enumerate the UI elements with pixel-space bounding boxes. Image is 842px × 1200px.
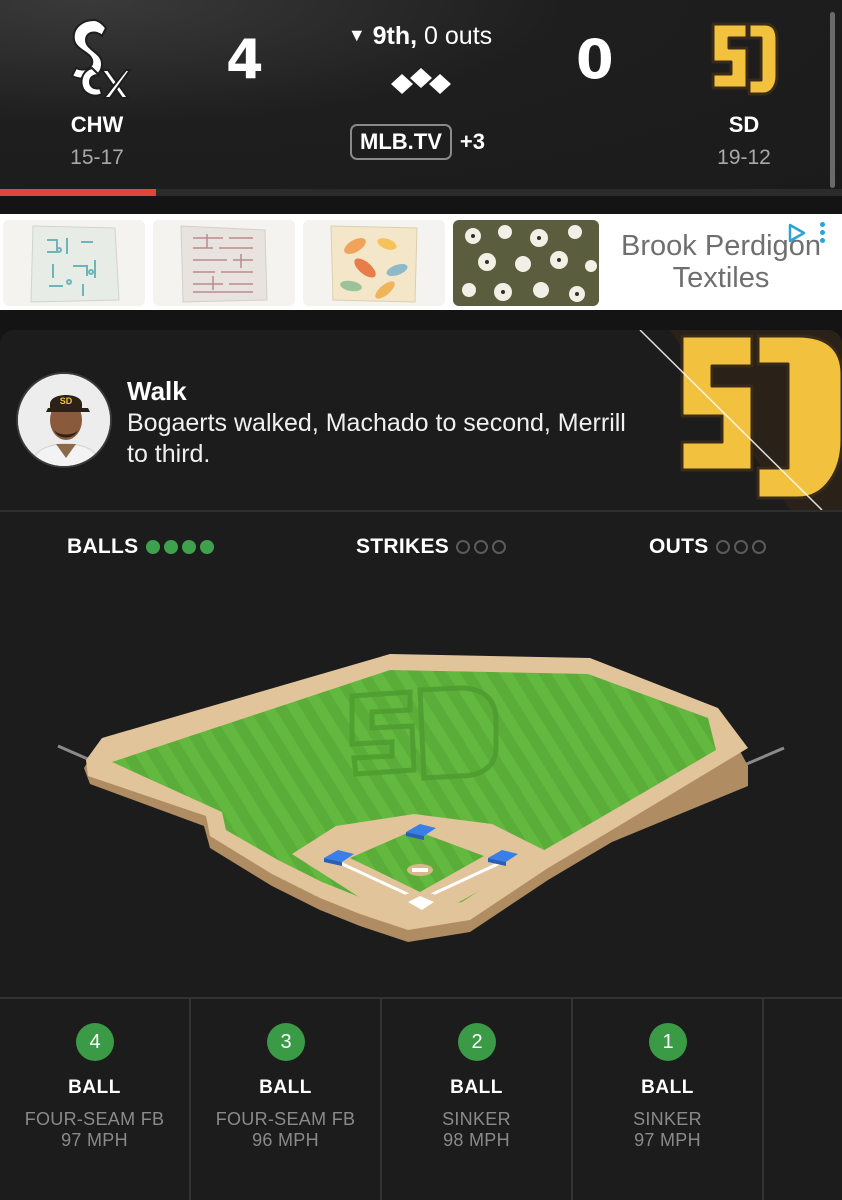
home-team-abbr: SD	[728, 112, 760, 137]
pitch-card[interactable]: 2 BALL SINKER 98 MPH	[382, 999, 573, 1200]
inning-half-arrow-icon: ▼	[347, 25, 366, 45]
home-team-record: 19-12	[717, 146, 771, 169]
pitch-speed: 98 MPH	[443, 1130, 510, 1150]
home-score: 0	[576, 28, 614, 91]
pitch-result: BALL	[450, 1077, 503, 1098]
pitch-type: FOUR-SEAM FB	[215, 1109, 356, 1129]
away-team-record: 15-17	[70, 146, 124, 169]
strikes-count: STRIKES	[356, 535, 510, 559]
ad-choices-icon[interactable]	[786, 222, 808, 249]
play-description: Bogaerts walked, Machado to second, Merr…	[127, 409, 626, 468]
ad-options-icon[interactable]	[820, 222, 830, 246]
away-score: 4	[226, 28, 264, 91]
away-team-abbr: CHW	[70, 112, 124, 137]
pitch-result: BALL	[68, 1077, 121, 1098]
scrollbar[interactable]	[830, 12, 835, 188]
inning-number: 9th,	[372, 22, 418, 50]
balls-count: BALLS	[67, 535, 218, 559]
balls-label: BALLS	[67, 535, 139, 558]
ad-product-image[interactable]	[3, 220, 145, 306]
outs-count: OUTS	[649, 535, 770, 559]
count-dot-filled	[181, 540, 196, 554]
batter-avatar: SD	[16, 372, 112, 468]
pitch-type: SINKER	[442, 1109, 511, 1129]
inning-outs: 0 outs	[424, 22, 493, 50]
broadcast-info[interactable]: MLB.TV +3	[350, 124, 485, 160]
pitch-card[interactable]: 1 BALL SINKER 97 MPH	[573, 999, 764, 1200]
pitch-result: BALL	[259, 1077, 312, 1098]
pitch-number-badge: 2	[458, 1023, 496, 1061]
padres-logo-icon	[630, 330, 842, 511]
pitch-list[interactable]: 4 BALL FOUR-SEAM FB 97 MPH 3 BALL FOUR-SEAM FB…	[0, 997, 842, 1200]
ad-banner[interactable]: Brook Perdigon Textiles	[0, 214, 842, 310]
pitch-result: BALL	[641, 1077, 694, 1098]
pitch-card[interactable]: 4 BALL FOUR-SEAM FB 97 MPH	[0, 999, 191, 1200]
outs-indicator	[715, 540, 770, 554]
count-dot-filled	[199, 540, 214, 554]
ad-advertiser-line-2[interactable]: Textiles	[612, 262, 830, 294]
pitch-number-badge: 1	[649, 1023, 687, 1061]
away-team[interactable]: CHW 15-17	[37, 14, 157, 170]
count-dot-filled	[145, 540, 160, 554]
play-card: SD Walk Bogaerts walked, Machado to seco…	[0, 330, 842, 1200]
strikes-label: STRIKES	[356, 535, 450, 558]
pitch-type: FOUR-SEAM FB	[24, 1109, 165, 1129]
outs-label: OUTS	[649, 535, 709, 558]
count-dot-empty	[456, 540, 471, 554]
scoreboard[interactable]: CHW 15-17 4 ▼ 9th, 0 outs MLB.TV +3 0 SD	[0, 0, 842, 196]
ad-product-image[interactable]	[303, 220, 445, 306]
base-runners-icon	[384, 66, 458, 103]
white-sox-logo-icon	[37, 14, 157, 104]
broadcast-more-count[interactable]: +3	[460, 129, 485, 155]
pitch-card[interactable]: 3 BALL FOUR-SEAM FB 96 MPH	[191, 999, 382, 1200]
mlbtv-badge[interactable]: MLB.TV	[350, 124, 452, 160]
count-dot-empty	[715, 540, 730, 554]
pitch-speed: 96 MPH	[252, 1130, 319, 1150]
pitch-type: SINKER	[633, 1109, 702, 1129]
pitch-number-badge: 3	[267, 1023, 305, 1061]
count-dot-empty	[474, 540, 489, 554]
count-dot-empty	[733, 540, 748, 554]
svg-text:SD: SD	[60, 396, 73, 406]
padres-logo-icon	[684, 14, 804, 104]
balls-indicator	[145, 540, 218, 554]
game-progress-fill	[0, 189, 156, 196]
count-dot-filled	[163, 540, 178, 554]
ad-product-image[interactable]	[453, 220, 599, 306]
baseball-field	[0, 580, 842, 985]
count-dot-empty	[492, 540, 507, 554]
play-title: Walk	[127, 376, 187, 406]
pitch-number-badge: 4	[76, 1023, 114, 1061]
ad-product-image[interactable]	[153, 220, 295, 306]
home-team[interactable]: SD 19-12	[684, 14, 804, 170]
inning-status: ▼ 9th, 0 outs	[320, 22, 520, 51]
strikes-indicator	[456, 540, 510, 554]
pitch-speed: 97 MPH	[61, 1130, 128, 1150]
pitch-speed: 97 MPH	[634, 1130, 701, 1150]
count-dot-empty	[751, 540, 766, 554]
divider	[0, 510, 842, 512]
